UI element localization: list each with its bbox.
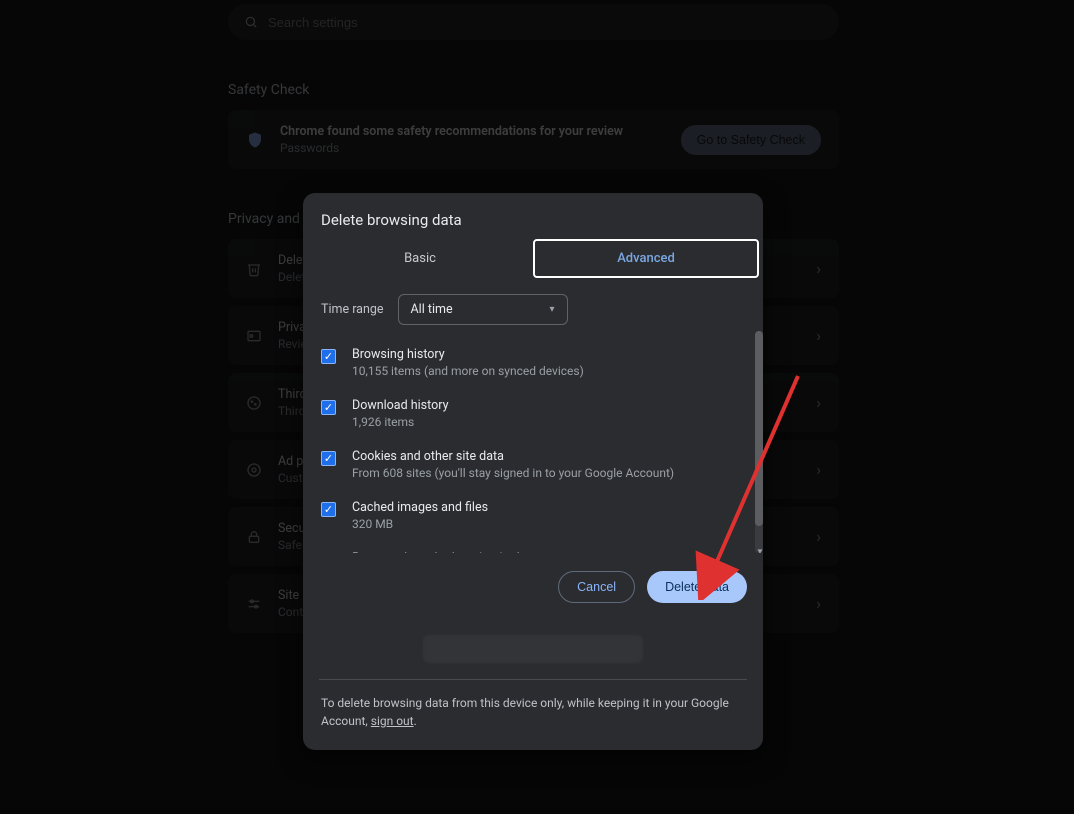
safety-recommendation-sub: Passwords [280,141,623,155]
shield-icon [246,131,264,149]
time-range-label: Time range [321,302,384,317]
row-title: Secu [278,521,305,536]
checkbox[interactable] [321,502,336,517]
item-title: Cached images and files [352,500,488,515]
data-type-item: Passwords and other sign-in data75 passw… [321,541,745,553]
row-subtitle: Safe [278,538,305,552]
chevron-right-icon: › [816,326,821,345]
cancel-button[interactable]: Cancel [558,571,635,603]
item-title: Browsing history [352,347,584,362]
dialog-scrollbar[interactable]: ▲ ▼ [753,331,763,553]
item-subtitle: 10,155 items (and more on synced devices… [352,364,584,378]
item-title: Passwords and other sign-in data [352,551,572,553]
lock-icon [246,529,262,545]
search-input[interactable] [268,15,823,30]
tab-basic[interactable]: Basic [307,239,533,278]
scroll-down-icon[interactable]: ▼ [756,547,762,553]
time-range-value: All time [411,302,453,317]
safety-check-card: Chrome found some safety recommendations… [228,110,839,169]
trash-icon [246,261,262,277]
chevron-right-icon: › [816,594,821,613]
item-title: Cookies and other site data [352,449,674,464]
tab-advanced[interactable]: Advanced [533,239,759,278]
go-to-safety-check-button[interactable]: Go to Safety Check [681,125,821,155]
section-title-safety: Safety Check [228,82,839,98]
chevron-right-icon: › [816,259,821,278]
scrollbar-thumb[interactable] [755,331,763,526]
cookie-icon [246,395,262,411]
item-subtitle: From 608 sites (you'll stay signed in to… [352,466,674,480]
item-subtitle: 320 MB [352,517,488,531]
sliders-icon [246,596,262,612]
delete-data-button[interactable]: Delete data [647,571,747,603]
checkbox[interactable] [321,349,336,364]
chevron-right-icon: › [816,527,821,546]
caret-down-icon: ▾ [550,304,555,315]
ad-icon [246,462,262,478]
checkbox[interactable] [321,451,336,466]
item-title: Download history [352,398,448,413]
item-subtitle: 1,926 items [352,415,448,429]
data-type-item: Browsing history 10,155 items (and more o… [321,337,745,388]
data-type-item: Cached images and files 320 MB [321,490,745,541]
checkbox[interactable] [321,400,336,415]
search-settings-box[interactable] [228,4,839,40]
dialog-footer-note: To delete browsing data from this device… [303,680,763,750]
chevron-right-icon: › [816,460,821,479]
time-range-select[interactable]: All time ▾ [398,294,568,325]
data-type-item: Cookies and other site data From 608 site… [321,439,745,490]
delete-browsing-data-dialog: Delete browsing data Basic Advanced Time… [303,193,763,750]
privacy-icon [246,328,262,344]
dialog-promo-area [319,619,747,679]
chevron-right-icon: › [816,393,821,412]
sign-out-link[interactable]: sign out [371,714,414,728]
dialog-title: Delete browsing data [303,193,763,239]
search-icon [244,15,258,29]
data-type-item: Download history 1,926 items [321,388,745,439]
safety-recommendation-text: Chrome found some safety recommendations… [280,124,623,139]
